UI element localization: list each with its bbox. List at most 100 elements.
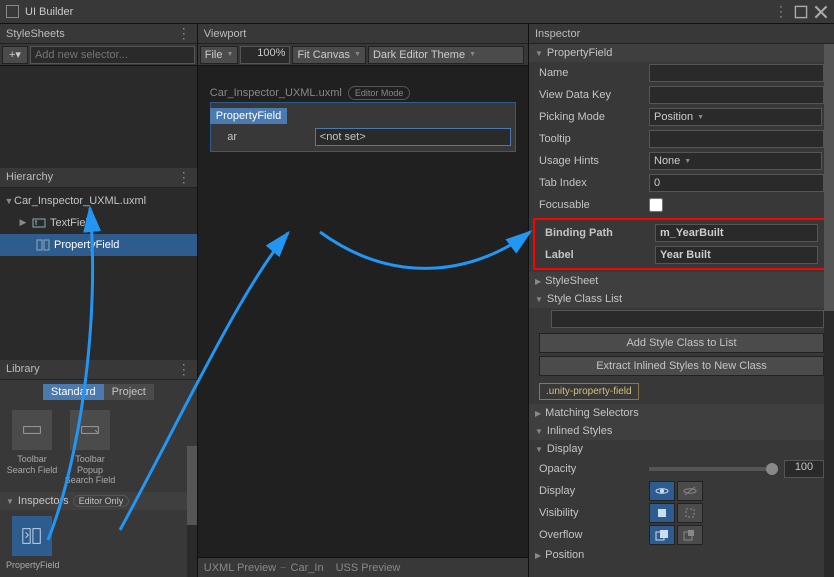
inspector-header: Inspector [529,24,834,44]
window-close-icon[interactable] [814,5,828,19]
styleclasslist-foldout[interactable]: ▼Style Class List [529,290,834,308]
add-selector-input[interactable] [30,46,195,64]
add-style-class-button[interactable]: Add Style Class to List [539,333,824,353]
library-inspectors-grid: PropertyField [0,510,197,577]
stylesheet-foldout[interactable]: ▶StyleSheet [529,272,834,290]
library-inspectors-foldout[interactable]: ▼ Inspectors Editor Only [0,492,197,510]
overflow-visible-icon[interactable] [649,525,675,545]
tooltip-input[interactable] [649,130,824,148]
pickingmode-row: Picking ModePosition [529,106,834,128]
library-item-propertyfield[interactable]: PropertyField [6,516,58,571]
uxml-preview-tab[interactable]: UXML Preview [204,562,276,574]
uss-preview-tab[interactable]: USS Preview [336,562,401,574]
textfield-icon [32,216,46,230]
hierarchy-item-propertyfield[interactable]: PropertyField [0,234,197,256]
viewdatakey-input[interactable] [649,86,824,104]
propertyfield-icon [36,238,50,252]
title-bar: UI Builder [0,0,834,24]
tabindex-input[interactable] [649,174,824,192]
inspector-title: Inspector [535,28,580,40]
fit-canvas-dropdown[interactable]: Fit Canvas [292,46,366,64]
canvas-field-label: Year [215,131,315,143]
inlined-styles-foldout[interactable]: ▼Inlined Styles [529,422,834,440]
viewport-toolbar: File 100% Fit Canvas Dark Editor Theme [198,44,528,66]
canvas-field-value[interactable]: <not set> [315,128,511,146]
opacity-slider[interactable]: 100 [649,460,824,478]
tooltip-row: Tooltip [529,128,834,150]
file-menu[interactable]: File [200,46,239,64]
stylesheets-menu-icon[interactable] [177,25,191,42]
inspector-pane: Inspector ▼PropertyField Name View Data … [529,24,834,577]
hierarchy-menu-icon[interactable] [177,169,191,186]
theme-dropdown[interactable]: Dark Editor Theme [368,46,524,64]
foldout-icon[interactable]: ▼ [4,196,14,206]
foldout-icon: ▼ [6,497,14,506]
library-item[interactable]: Toolbar Popup Search Field [64,410,116,486]
left-pane: StyleSheets +▾ Hierarchy ▼ Car_Inspector… [0,24,198,577]
window-maximize-icon[interactable] [794,5,808,19]
library-item[interactable]: Toolbar Search Field [6,410,58,486]
add-selector-button[interactable]: +▾ [2,46,28,64]
expand-icon[interactable]: ▶ [18,217,28,228]
stylesheets-title: StyleSheets [6,28,65,40]
propertyfield-section-title: PropertyField [547,47,612,59]
propertyfield-icon [12,516,52,556]
overflow-row: Overflow [529,524,834,546]
usagehints-dropdown[interactable]: None [649,152,822,170]
display-flex-icon[interactable] [649,481,675,501]
library-scrollbar[interactable] [187,446,197,577]
tabindex-row: Tab Index [529,172,834,194]
highlight-box: Binding Path Label [533,218,830,270]
stylesheets-toolbar: +▾ [0,44,197,66]
display-foldout[interactable]: ▼Display [529,440,834,458]
toolbar-popup-search-field-icon [70,410,110,450]
library-menu-icon[interactable] [177,361,191,378]
overflow-hidden-icon[interactable] [677,525,703,545]
pickingmode-dropdown[interactable]: Position [649,108,822,126]
library-header: Library [0,360,197,380]
canvas-selection-tag: PropertyField [210,108,287,124]
name-input[interactable] [649,64,824,82]
zoom-field[interactable]: 100% [240,46,290,64]
library-tabs: Standard Project [0,380,197,404]
visibility-visible-icon[interactable] [649,503,675,523]
hierarchy-title: Hierarchy [6,171,53,183]
window-title: UI Builder [25,6,768,18]
hierarchy-item-textfield[interactable]: ▶ TextField [0,212,197,234]
style-class-chip[interactable]: .unity-property-field [539,383,639,400]
library-item-label: PropertyField [6,560,58,571]
stylesheets-header: StyleSheets [0,24,197,44]
styleclass-input[interactable] [551,310,824,328]
name-row: Name [529,62,834,84]
library-inspectors-title: Inspectors [18,495,69,507]
tab-standard[interactable]: Standard [43,384,104,400]
separator: − [280,562,286,574]
label-row: Label [535,244,828,266]
uxml-file-label: Car_In [291,562,324,574]
hierarchy-root[interactable]: ▼ Car_Inspector_UXML.uxml [0,190,197,212]
opacity-row: Opacity 100 [529,458,834,480]
window-menu-icon[interactable] [774,5,788,19]
position-foldout[interactable]: ▶Position [529,546,834,564]
matching-selectors-foldout[interactable]: ▶Matching Selectors [529,404,834,422]
visibility-hidden-icon[interactable] [677,503,703,523]
canvas-file-label: Car_Inspector_UXML.uxml [210,87,342,99]
tab-project[interactable]: Project [104,384,154,400]
display-none-icon[interactable] [677,481,703,501]
bindingpath-input[interactable] [655,224,818,242]
stylesheets-empty [0,66,197,168]
usagehints-row: Usage HintsNone [529,150,834,172]
extract-inlined-styles-button[interactable]: Extract Inlined Styles to New Class [539,356,824,376]
focusable-row: Focusable [529,194,834,216]
canvas[interactable]: Car_Inspector_UXML.uxml Editor Mode Year… [198,66,528,557]
hierarchy-item-label: TextField [50,217,94,229]
focusable-checkbox[interactable] [649,198,663,212]
opacity-value[interactable]: 100 [784,460,824,478]
label-input[interactable] [655,246,818,264]
bindingpath-row: Binding Path [535,222,828,244]
canvas-propertyfield-row[interactable]: Year <not set> [215,127,511,147]
viewport-header: Viewport [198,24,528,44]
editor-mode-badge: Editor Mode [348,86,411,100]
propertyfield-foldout[interactable]: ▼PropertyField [529,44,834,62]
inspector-scrollbar[interactable] [824,44,834,577]
